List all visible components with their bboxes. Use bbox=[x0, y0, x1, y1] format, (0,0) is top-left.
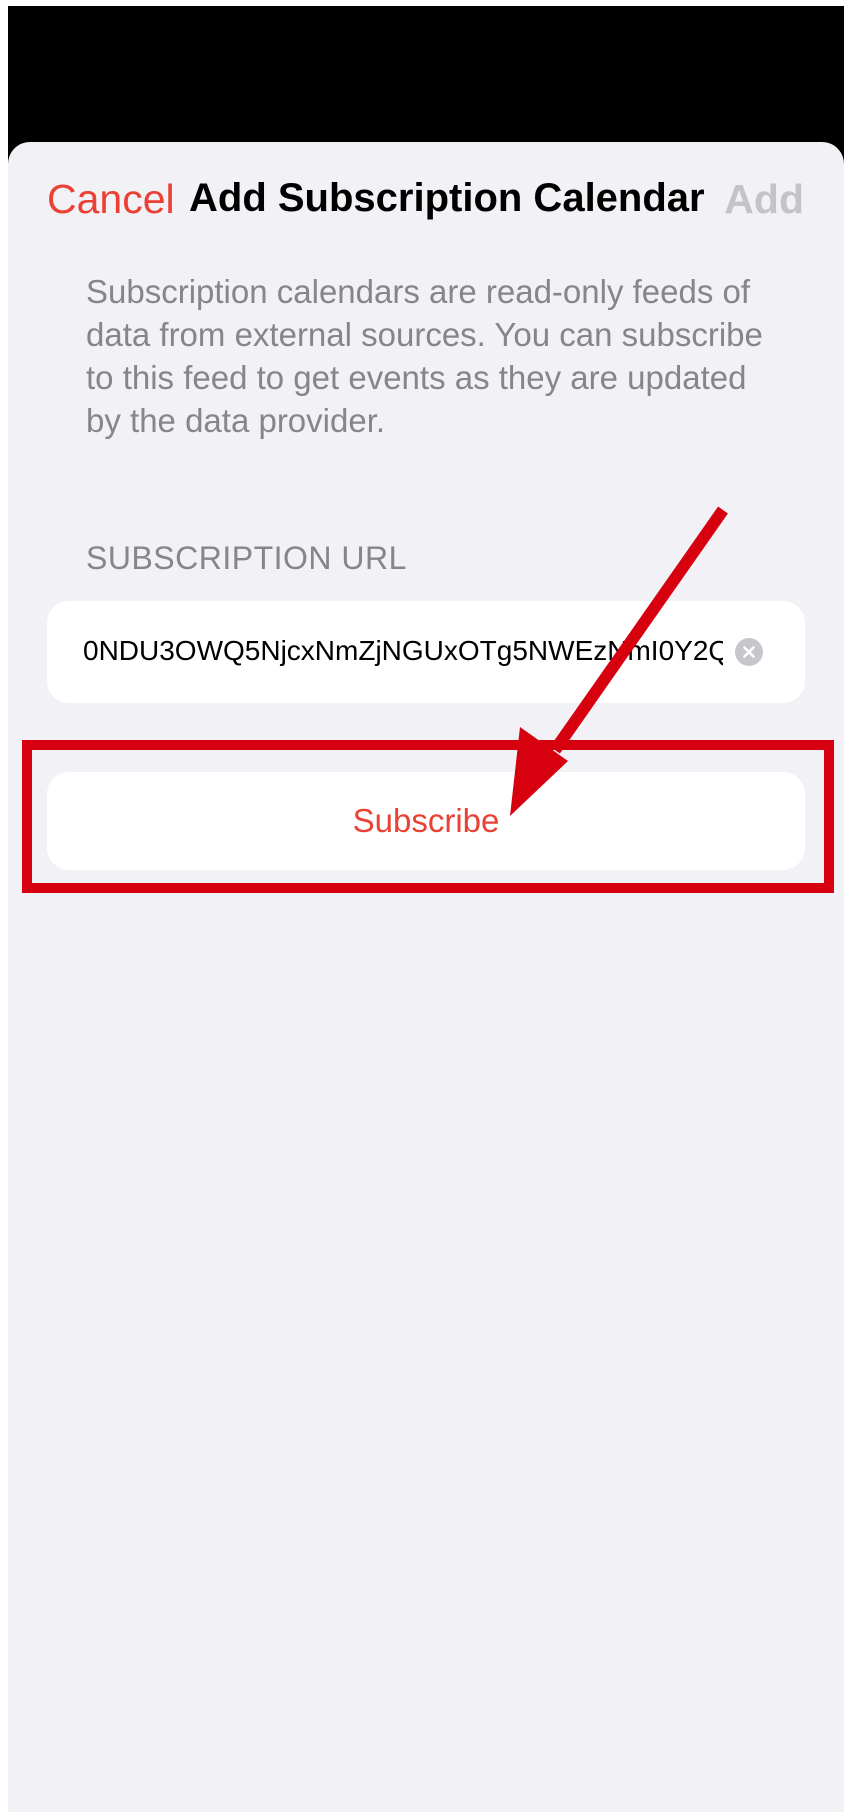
subscribe-label: Subscribe bbox=[352, 802, 500, 839]
subscribe-button[interactable]: Subscribe bbox=[47, 772, 805, 870]
clear-circle-icon[interactable] bbox=[735, 638, 763, 666]
subscription-sheet: Cancel Add Subscription Calendar Add Sub… bbox=[8, 142, 844, 1812]
clear-x-glyph bbox=[743, 646, 755, 658]
subscription-url-header: SUBSCRIPTION URL bbox=[86, 540, 407, 576]
cancel-button[interactable]: Cancel bbox=[47, 176, 175, 223]
navigation-bar: Cancel Add Subscription Calendar Add bbox=[8, 142, 844, 252]
add-button[interactable]: Add bbox=[724, 176, 804, 223]
subscription-url-value[interactable]: 0NDU3OWQ5NjcxNmZjNGUxOTg5NWEzNmI0Y2Q bbox=[83, 635, 723, 667]
page-title: Add Subscription Calendar bbox=[189, 176, 705, 220]
subscription-description: Subscription calendars are read-only fee… bbox=[86, 273, 763, 439]
phone-screen: Cancel Add Subscription Calendar Add Sub… bbox=[8, 6, 844, 1812]
subscription-url-field[interactable]: 0NDU3OWQ5NjcxNmZjNGUxOTg5NWEzNmI0Y2Q bbox=[47, 601, 805, 703]
